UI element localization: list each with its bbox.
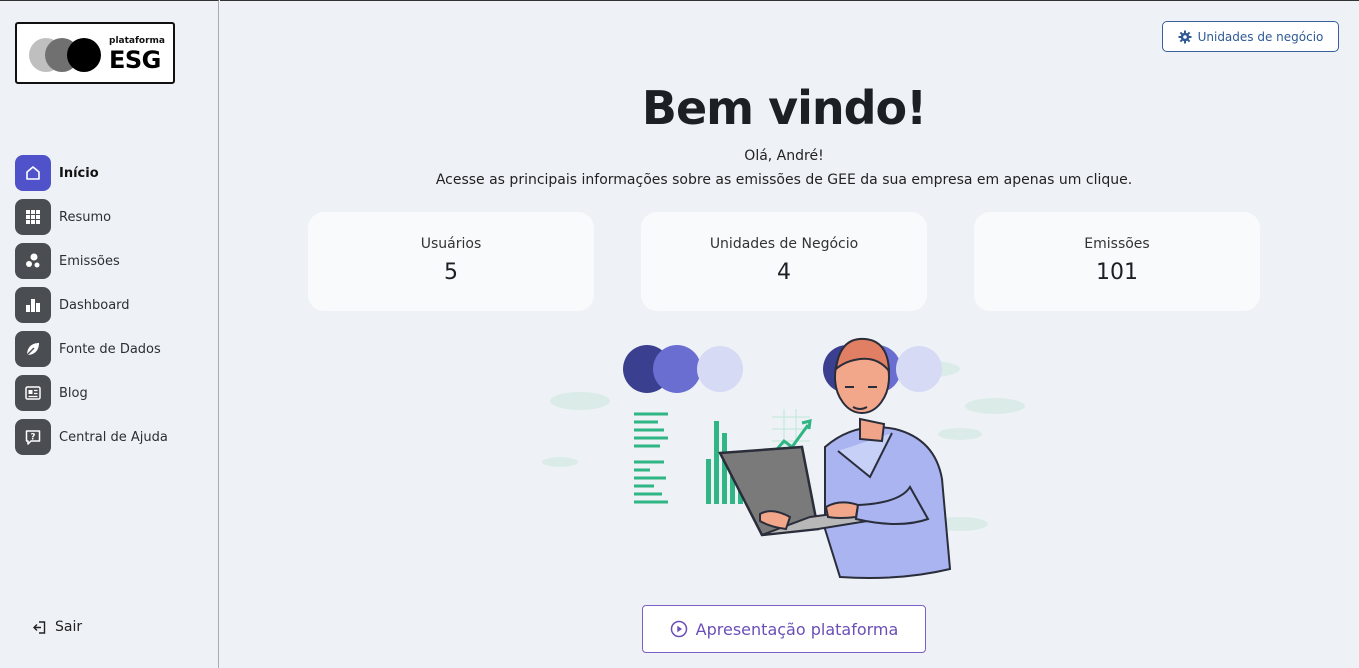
- sidebar-item-dashboard[interactable]: Dashboard: [15, 287, 168, 323]
- platform-presentation-label: Apresentação plataforma: [695, 619, 899, 639]
- greeting-text: Olá, André!: [744, 148, 824, 164]
- logout-label: Sair: [55, 619, 83, 635]
- sidebar-item-resumo[interactable]: Resumo: [15, 199, 168, 235]
- stat-value: 5: [444, 260, 458, 285]
- logout-button[interactable]: Sair: [32, 619, 82, 635]
- stat-value: 4: [777, 260, 791, 285]
- grid-icon: [15, 199, 51, 235]
- sidebar-nav: Início Resumo Emissões Dashboard Fonte d…: [15, 155, 168, 463]
- stat-label: Unidades de Negócio: [709, 236, 859, 252]
- logo-small-text: plataforma: [109, 36, 165, 46]
- sidebar-item-label: Blog: [59, 385, 88, 401]
- logo-circle-dark: [67, 38, 101, 72]
- help-icon: ?: [15, 419, 51, 455]
- home-icon: [15, 155, 51, 191]
- business-units-button[interactable]: Unidades de negócio: [1162, 21, 1339, 52]
- sidebar-item-label: Emissões: [59, 253, 120, 269]
- sidebar-item-central-de-ajuda[interactable]: ? Central de Ajuda: [15, 419, 168, 455]
- leaf-icon: [15, 331, 51, 367]
- sidebar-item-label: Dashboard: [59, 297, 130, 313]
- sidebar-item-blog[interactable]: Blog: [15, 375, 168, 411]
- sidebar-item-label: Fonte de Dados: [59, 341, 161, 357]
- play-circle-icon: [670, 620, 687, 638]
- stat-card-emissoes: Emissões 101: [974, 212, 1260, 311]
- sidebar-item-emissoes[interactable]: Emissões: [15, 243, 168, 279]
- stat-label: Usuários: [420, 236, 482, 252]
- sidebar-item-label: Resumo: [59, 209, 112, 225]
- stat-card-usuarios: Usuários 5: [308, 212, 594, 311]
- sidebar: plataforma ESG Início Resumo Emissões Da…: [0, 0, 219, 668]
- plataforma-esg-logo[interactable]: plataforma ESG: [15, 22, 175, 84]
- sidebar-item-inicio[interactable]: Início: [15, 155, 168, 191]
- logout-icon: [33, 620, 46, 634]
- sidebar-item-fonte-de-dados[interactable]: Fonte de Dados: [15, 331, 168, 367]
- platform-presentation-button[interactable]: Apresentação plataforma: [642, 605, 926, 653]
- bubbles-icon: [15, 243, 51, 279]
- stat-value: 101: [1096, 260, 1138, 285]
- man-with-laptop-illustration: [542, 337, 1025, 579]
- stat-label: Emissões: [1084, 236, 1150, 252]
- logo-big-text: ESG: [109, 46, 161, 74]
- bar-chart-icon: [15, 287, 51, 323]
- newspaper-icon: [15, 375, 51, 411]
- subtitle-text: Acesse as principais informações sobre a…: [435, 172, 1133, 188]
- stat-card-unidades-de-negocio: Unidades de Negócio 4: [641, 212, 927, 311]
- sidebar-item-label: Início: [59, 165, 99, 181]
- business-units-label: Unidades de negócio: [1197, 29, 1324, 44]
- main-content: Unidades de negócio Bem vindo! Olá, Andr…: [220, 0, 1359, 668]
- svg-text:?: ?: [31, 433, 36, 443]
- gear-icon: [1178, 30, 1192, 43]
- sidebar-item-label: Central de Ajuda: [59, 429, 168, 445]
- page-title: Bem vindo!: [641, 81, 927, 135]
